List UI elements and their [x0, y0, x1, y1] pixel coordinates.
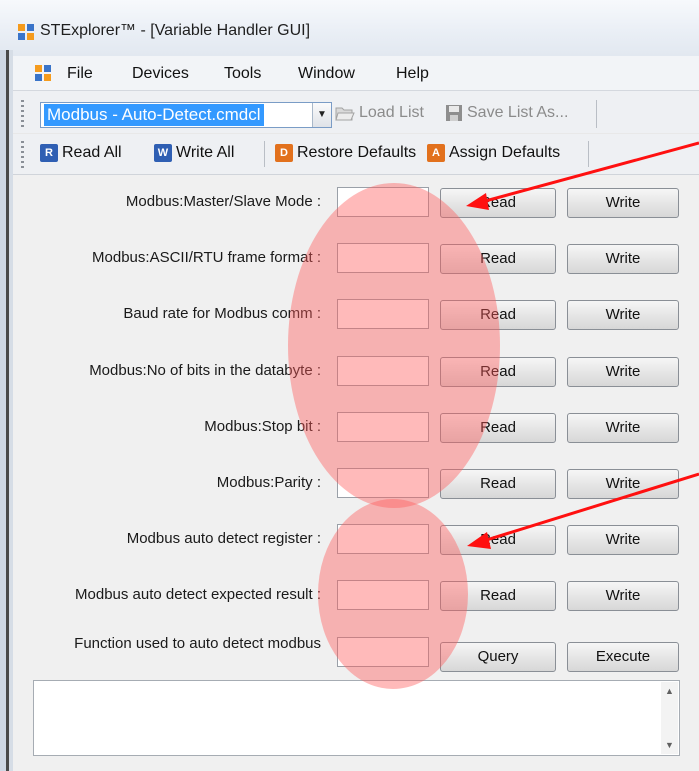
mdi-child-icon[interactable]: [35, 65, 51, 81]
variable-value-field[interactable]: [337, 356, 429, 386]
read-button[interactable]: Read: [440, 469, 556, 499]
load-list-button[interactable]: Load List: [335, 104, 424, 122]
write-button[interactable]: Write: [567, 244, 679, 274]
read-button[interactable]: Read: [440, 413, 556, 443]
toolbar-separator: [596, 100, 597, 128]
output-textbox[interactable]: ▲ ▼: [33, 680, 680, 756]
variable-label: Modbus auto detect expected result :: [75, 586, 321, 603]
write-button[interactable]: Write: [567, 581, 679, 611]
window-title: STExplorer™ - [Variable Handler GUI]: [40, 22, 311, 39]
vertical-scrollbar[interactable]: ▲ ▼: [661, 682, 678, 754]
write-all-icon: W: [154, 144, 172, 162]
assign-defaults-button[interactable]: A Assign Defaults: [427, 144, 560, 162]
variable-label: Modbus:Parity :: [216, 474, 321, 491]
title-bar: STExplorer™ - [Variable Handler GUI]: [0, 0, 699, 57]
write-button[interactable]: Write: [567, 300, 679, 330]
query-button[interactable]: Query: [440, 642, 556, 672]
toolbar-separator: [588, 141, 589, 167]
variable-label: Modbus:No of bits in the databyte :: [89, 362, 321, 379]
toolbar-grip[interactable]: [21, 141, 24, 169]
read-button[interactable]: Read: [440, 188, 556, 218]
command-list-select[interactable]: Modbus - Auto-Detect.cmdcl ▼: [40, 102, 332, 128]
chevron-down-icon[interactable]: ▼: [312, 103, 331, 127]
variable-value-field[interactable]: [337, 468, 429, 498]
menu-window[interactable]: Window: [298, 65, 355, 83]
read-button[interactable]: Read: [440, 525, 556, 555]
variable-value-field[interactable]: [337, 637, 429, 667]
read-button[interactable]: Read: [440, 300, 556, 330]
variable-label: Baud rate for Modbus comm :: [123, 305, 321, 322]
toolbar-separator: [264, 141, 265, 167]
menu-help[interactable]: Help: [396, 65, 429, 83]
menu-tools[interactable]: Tools: [224, 65, 261, 83]
read-button[interactable]: Read: [440, 244, 556, 274]
variable-label: Function used to auto detect modbus: [74, 635, 321, 652]
app-window-icon: [18, 24, 34, 40]
folder-open-icon: [335, 107, 355, 121]
variable-value-field[interactable]: [337, 299, 429, 329]
variable-value-field[interactable]: [337, 412, 429, 442]
variable-label: Modbus:Stop bit :: [204, 418, 321, 435]
command-list-value: Modbus - Auto-Detect.cmdcl: [44, 104, 264, 126]
read-all-icon: R: [40, 144, 58, 162]
variable-value-field[interactable]: [337, 187, 429, 217]
floppy-disk-icon: [446, 105, 462, 121]
read-all-label: Read All: [62, 144, 122, 161]
write-button[interactable]: Write: [567, 188, 679, 218]
write-all-button[interactable]: W Write All: [154, 144, 234, 162]
save-list-as-button[interactable]: Save List As...: [445, 104, 568, 122]
variable-value-field[interactable]: [337, 243, 429, 273]
menu-devices[interactable]: Devices: [132, 65, 189, 83]
variable-value-field[interactable]: [337, 524, 429, 554]
app-window: STExplorer™ - [Variable Handler GUI] Fil…: [0, 0, 699, 771]
toolbar-grip[interactable]: [21, 100, 24, 128]
save-list-as-label: Save List As...: [467, 104, 569, 121]
restore-defaults-icon: D: [275, 144, 293, 162]
write-all-label: Write All: [176, 144, 235, 161]
variable-label: Modbus:ASCII/RTU frame format :: [92, 249, 321, 266]
scroll-up-icon[interactable]: ▲: [665, 686, 674, 696]
menu-file[interactable]: File: [67, 65, 93, 83]
write-button[interactable]: Write: [567, 357, 679, 387]
assign-defaults-label: Assign Defaults: [449, 144, 561, 161]
scroll-down-icon[interactable]: ▼: [665, 740, 674, 750]
variable-label: Modbus auto detect register :: [126, 530, 321, 547]
restore-defaults-button[interactable]: D Restore Defaults: [275, 144, 416, 162]
restore-defaults-label: Restore Defaults: [297, 144, 417, 161]
write-button[interactable]: Write: [567, 525, 679, 555]
read-button[interactable]: Read: [440, 357, 556, 387]
write-button[interactable]: Write: [567, 413, 679, 443]
write-button[interactable]: Write: [567, 469, 679, 499]
variable-label: Modbus:Master/Slave Mode :: [125, 193, 321, 210]
window-frame-left: [0, 50, 13, 771]
assign-defaults-icon: A: [427, 144, 445, 162]
execute-button[interactable]: Execute: [567, 642, 679, 672]
menu-bar: File Devices Tools Window Help: [13, 56, 699, 91]
load-list-label: Load List: [359, 104, 424, 121]
variable-value-field[interactable]: [337, 580, 429, 610]
read-button[interactable]: Read: [440, 581, 556, 611]
read-all-button[interactable]: R Read All: [40, 144, 122, 162]
